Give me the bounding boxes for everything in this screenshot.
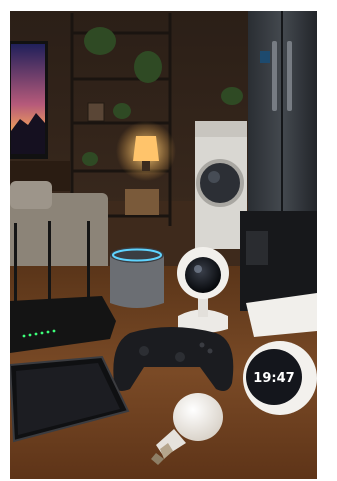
lamp-icon bbox=[116, 121, 176, 181]
refrigerator-icon bbox=[248, 11, 317, 231]
picture-frame bbox=[87, 102, 105, 122]
smart-speaker-icon bbox=[110, 247, 164, 308]
clock-time: 19:47 bbox=[253, 371, 294, 386]
smart-clock-icon: 19:47 bbox=[243, 341, 317, 415]
tv-icon bbox=[10, 41, 48, 159]
smart-home-devices-photo: 19:47 bbox=[10, 11, 317, 479]
printer-icon bbox=[240, 211, 317, 337]
washing-machine-icon bbox=[195, 121, 247, 249]
security-camera-icon bbox=[177, 247, 229, 333]
basket bbox=[125, 189, 159, 215]
